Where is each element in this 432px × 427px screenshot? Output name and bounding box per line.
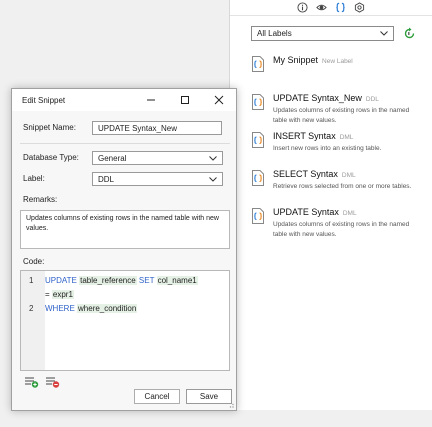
snippet-name: SELECT Syntax (273, 169, 338, 179)
snippet-name-label: Snippet Name: (23, 123, 76, 132)
maximize-icon (181, 96, 189, 104)
snippet-label: New Label (322, 58, 353, 65)
snippet-name: UPDATE Syntax (273, 207, 339, 217)
snippet-list: My Snippet New Label UPDATE Syntax_New D… (230, 52, 432, 242)
save-button[interactable]: Save (186, 389, 232, 404)
label-filter-dropdown[interactable]: All Labels (251, 25, 394, 41)
snippet-doc-icon (251, 94, 265, 110)
snippet-label: DML (339, 134, 354, 141)
maximize-button[interactable] (168, 89, 202, 111)
remarks-textarea[interactable]: Updates columns of existing rows in the … (20, 210, 230, 249)
divider (20, 143, 230, 144)
eye-icon[interactable] (316, 2, 327, 13)
code-line: UPDATE table_reference SET col_name1 (45, 276, 198, 285)
label-filter-value: All Labels (257, 28, 292, 38)
code-keyword: WHERE (45, 304, 75, 313)
snippet-doc-icon (251, 132, 265, 148)
code-keyword: SET (138, 276, 155, 285)
chevron-down-icon (380, 30, 388, 36)
filter-row: All Labels (251, 25, 431, 41)
info-icon[interactable] (297, 2, 308, 13)
panel-toolbar (230, 0, 432, 16)
line-number: 1 (29, 276, 34, 285)
code-keyword: UPDATE (45, 276, 77, 285)
cancel-button[interactable]: Cancel (134, 389, 180, 404)
code-operator: = (45, 290, 50, 299)
label-field-label: Label: (23, 174, 45, 183)
snippet-description: Updates columns of existing rows in the … (273, 221, 410, 238)
minimize-button[interactable] (134, 89, 168, 111)
snippet-doc-icon (251, 208, 265, 224)
close-button[interactable] (202, 89, 236, 111)
snippet-item[interactable]: INSERT Syntax DML Insert new rows into a… (230, 128, 432, 166)
code-token: col_name1 (156, 276, 198, 285)
code-line: WHERE where_condition (45, 304, 138, 313)
settings-hexagon-icon[interactable] (354, 2, 365, 13)
add-line-button[interactable] (25, 376, 39, 388)
edit-snippet-dialog: Edit Snippet Snippet Name: UPDATE Syntax… (11, 88, 237, 411)
remarks-label: Remarks: (23, 195, 58, 204)
database-type-value: General (98, 153, 127, 163)
dialog-title: Edit Snippet (22, 95, 66, 105)
snippet-item[interactable]: UPDATE Syntax_New DDL Updates columns of… (230, 90, 432, 128)
minimize-icon (147, 99, 155, 101)
snippet-name-input[interactable]: UPDATE Syntax_New (92, 121, 222, 135)
snippet-name: My Snippet (273, 55, 319, 65)
snippet-description: Retrieve rows selected from one or more … (273, 183, 412, 190)
resize-grip-icon[interactable] (227, 401, 234, 408)
code-label: Code: (23, 257, 45, 266)
refresh-icon[interactable] (403, 27, 416, 40)
code-line: = expr1 (45, 290, 74, 299)
remove-line-button[interactable] (46, 376, 60, 388)
snippet-description: Insert new rows into an existing table. (273, 145, 382, 152)
line-number: 2 (29, 304, 34, 313)
close-icon (214, 95, 224, 105)
snippet-doc-icon (251, 56, 265, 72)
database-type-dropdown[interactable]: General (92, 151, 223, 165)
snippet-name: UPDATE Syntax_New (273, 93, 362, 103)
snippet-description: Updates columns of existing rows in the … (273, 107, 410, 124)
snippet-panel: All Labels My Snippet New Label UPDATE S… (229, 0, 432, 410)
add-list-icon (25, 377, 39, 388)
code-braces-icon[interactable] (335, 2, 346, 13)
label-value: DDL (98, 174, 115, 184)
snippet-item[interactable]: My Snippet New Label (230, 52, 432, 90)
code-token: expr1 (51, 290, 74, 299)
snippet-label: DDL (365, 96, 379, 103)
snippet-name: INSERT Syntax (273, 131, 336, 141)
remove-list-icon (46, 377, 60, 388)
snippet-doc-icon (251, 170, 265, 186)
chevron-down-icon (209, 176, 217, 182)
code-token: table_reference (79, 276, 137, 285)
snippet-item[interactable]: UPDATE Syntax DML Updates columns of exi… (230, 204, 432, 242)
database-type-label: Database Type: (23, 153, 79, 162)
code-token: where_condition (77, 304, 138, 313)
snippet-label: DML (342, 210, 357, 217)
snippet-label: DML (341, 172, 356, 179)
dialog-titlebar: Edit Snippet (12, 89, 236, 111)
chevron-down-icon (209, 155, 217, 161)
label-dropdown[interactable]: DDL (92, 172, 223, 186)
snippet-item[interactable]: SELECT Syntax DML Retrieve rows selected… (230, 166, 432, 204)
line-number-gutter (21, 271, 45, 370)
code-editor[interactable]: 1 2 UPDATE table_reference SET col_name1… (20, 270, 230, 371)
